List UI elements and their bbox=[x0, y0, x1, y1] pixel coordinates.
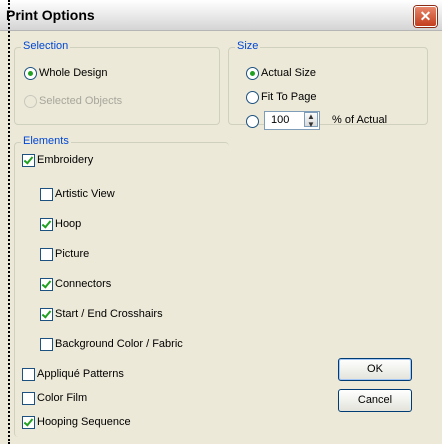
whole-design-label[interactable]: Whole Design bbox=[39, 67, 107, 79]
element-checkbox[interactable] bbox=[22, 416, 35, 429]
window-title: Print Options bbox=[6, 7, 95, 23]
ok-button[interactable]: OK bbox=[338, 358, 412, 381]
selected-objects-label[interactable]: Selected Objects bbox=[39, 95, 122, 107]
element-label[interactable]: Connectors bbox=[55, 278, 111, 290]
actual-size-radio[interactable] bbox=[246, 67, 259, 80]
percent-label: % of Actual bbox=[332, 114, 388, 126]
percent-spinner[interactable]: ▲ ▼ bbox=[304, 112, 318, 129]
fit-to-page-label[interactable]: Fit To Page bbox=[261, 91, 316, 103]
element-checkbox[interactable] bbox=[40, 188, 53, 201]
selection-legend: Selection bbox=[21, 40, 71, 52]
size-group: Size Actual Size Fit To Page 100 ▲ ▼ % o… bbox=[228, 40, 428, 130]
element-label[interactable]: Appliqué Patterns bbox=[37, 368, 124, 380]
element-label[interactable]: Hooping Sequence bbox=[37, 416, 131, 428]
selected-objects-radio[interactable] bbox=[24, 95, 37, 108]
element-label[interactable]: Picture bbox=[55, 248, 89, 260]
element-checkbox[interactable] bbox=[40, 338, 53, 351]
close-button[interactable]: ✕ bbox=[414, 6, 437, 27]
title-bar: Print Options ✕ bbox=[0, 0, 442, 31]
selection-group: Selection Whole Design Selected Objects bbox=[14, 40, 220, 125]
element-label[interactable]: Hoop bbox=[55, 218, 81, 230]
close-icon: ✕ bbox=[419, 8, 432, 24]
element-label[interactable]: Start / End Crosshairs bbox=[55, 308, 163, 320]
element-checkbox[interactable] bbox=[22, 368, 35, 381]
dotted-guide-line bbox=[8, 0, 10, 444]
element-checkbox[interactable] bbox=[40, 308, 53, 321]
percent-value: 100 bbox=[271, 114, 290, 126]
element-label[interactable]: Color Film bbox=[37, 392, 87, 404]
element-label[interactable]: Embroidery bbox=[37, 154, 93, 166]
actual-size-label[interactable]: Actual Size bbox=[261, 67, 316, 79]
element-checkbox[interactable] bbox=[40, 278, 53, 291]
whole-design-radio[interactable] bbox=[24, 67, 37, 80]
size-legend: Size bbox=[235, 40, 261, 52]
element-label[interactable]: Artistic View bbox=[55, 188, 115, 200]
spin-down-icon: ▼ bbox=[307, 120, 315, 129]
fit-to-page-radio[interactable] bbox=[246, 91, 259, 104]
element-checkbox[interactable] bbox=[22, 154, 35, 167]
percent-radio[interactable] bbox=[246, 115, 259, 128]
element-checkbox[interactable] bbox=[40, 248, 53, 261]
cancel-button[interactable]: Cancel bbox=[338, 389, 412, 412]
element-checkbox[interactable] bbox=[22, 392, 35, 405]
element-checkbox[interactable] bbox=[40, 218, 53, 231]
elements-legend: Elements bbox=[21, 135, 71, 147]
element-label[interactable]: Background Color / Fabric bbox=[55, 338, 183, 350]
